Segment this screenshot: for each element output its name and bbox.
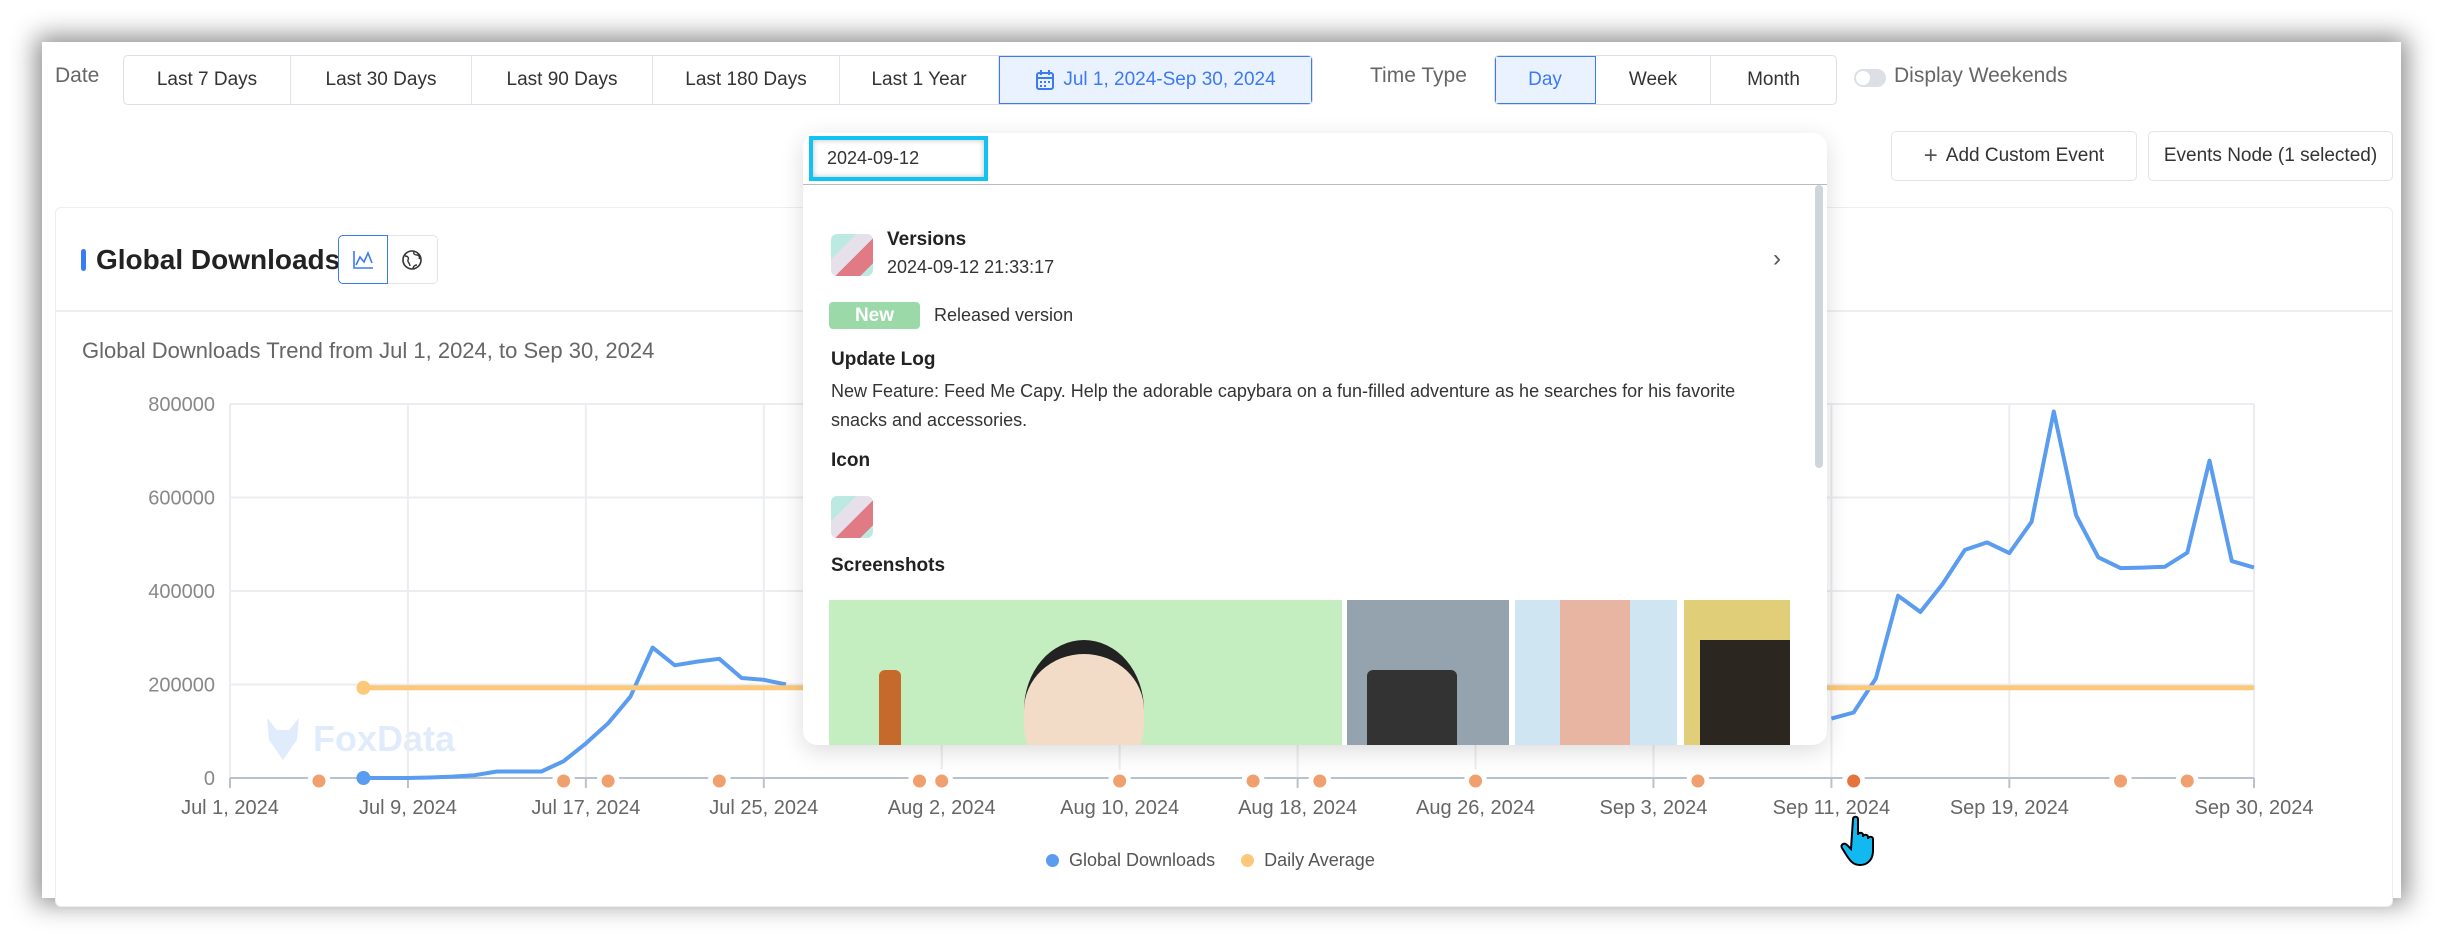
event-detail-popup: 2024-09-12 Versions 2024-09-12 21:33:17 … <box>803 133 1827 745</box>
y-tick-label: 200000 <box>148 675 215 697</box>
y-tick-label: 600000 <box>148 488 215 510</box>
event-marker[interactable] <box>2175 769 2199 793</box>
screenshot-2[interactable] <box>1347 600 1509 745</box>
update-log-text: New Feature: Feed Me Capy. Help the ador… <box>831 381 1736 430</box>
x-tick-label: Jul 17, 2024 <box>531 797 640 819</box>
app-icon-preview <box>831 496 873 538</box>
x-tick-label: Aug 26, 2024 <box>1416 797 1535 819</box>
screenshot-1[interactable] <box>829 600 1342 745</box>
global-downloads-line <box>1830 409 2255 721</box>
event-marker[interactable] <box>1241 769 1265 793</box>
update-log-heading: Update Log <box>831 349 936 370</box>
event-marker[interactable] <box>930 769 954 793</box>
y-tick-label: 400000 <box>148 581 215 603</box>
event-type: Versions <box>887 229 967 250</box>
screenshot-3[interactable] <box>1515 600 1677 745</box>
popup-divider <box>803 184 1827 185</box>
event-marker[interactable] <box>596 769 620 793</box>
event-marker[interactable] <box>552 769 576 793</box>
new-badge: New <box>829 302 920 329</box>
x-tick-label: Aug 10, 2024 <box>1060 797 1179 819</box>
event-marker[interactable] <box>2109 769 2133 793</box>
event-marker[interactable] <box>707 769 731 793</box>
x-tick-label: Jul 1, 2024 <box>181 797 279 819</box>
event-marker[interactable] <box>1686 769 1710 793</box>
event-marker-selected[interactable] <box>1842 769 1866 793</box>
x-tick-label: Jul 25, 2024 <box>709 797 818 819</box>
y-tick-label: 800000 <box>148 394 215 416</box>
badge-description: Released version <box>934 305 1074 325</box>
hand-cursor-icon <box>1840 815 1874 867</box>
x-tick-label: Aug 18, 2024 <box>1238 797 1357 819</box>
global-downloads-start-point <box>356 771 371 785</box>
event-marker[interactable] <box>1108 769 1132 793</box>
x-tick-label: Sep 19, 2024 <box>1950 797 2069 819</box>
icon-heading: Icon <box>831 450 871 471</box>
y-tick-label: 0 <box>204 768 215 790</box>
event-timestamp: 2024-09-12 21:33:17 <box>887 257 1055 277</box>
x-tick-label: Aug 2, 2024 <box>888 797 996 819</box>
global-downloads-line <box>363 645 787 780</box>
app-icon <box>831 234 873 276</box>
event-marker[interactable] <box>907 769 931 793</box>
event-marker[interactable] <box>1464 769 1488 793</box>
event-marker[interactable] <box>1308 769 1332 793</box>
event-marker[interactable] <box>307 769 331 793</box>
chevron-right-icon[interactable]: › <box>1773 245 1781 273</box>
x-tick-label: Sep 3, 2024 <box>1600 797 1708 819</box>
daily-average-start-point <box>356 680 371 695</box>
screenshots-heading: Screenshots <box>831 555 946 576</box>
x-tick-label: Sep 30, 2024 <box>2195 797 2314 819</box>
popup-scrollbar[interactable] <box>1815 185 1823 468</box>
date-input[interactable]: 2024-09-12 <box>809 136 988 181</box>
x-tick-label: Jul 9, 2024 <box>359 797 457 819</box>
screenshot-4[interactable] <box>1684 600 1790 745</box>
